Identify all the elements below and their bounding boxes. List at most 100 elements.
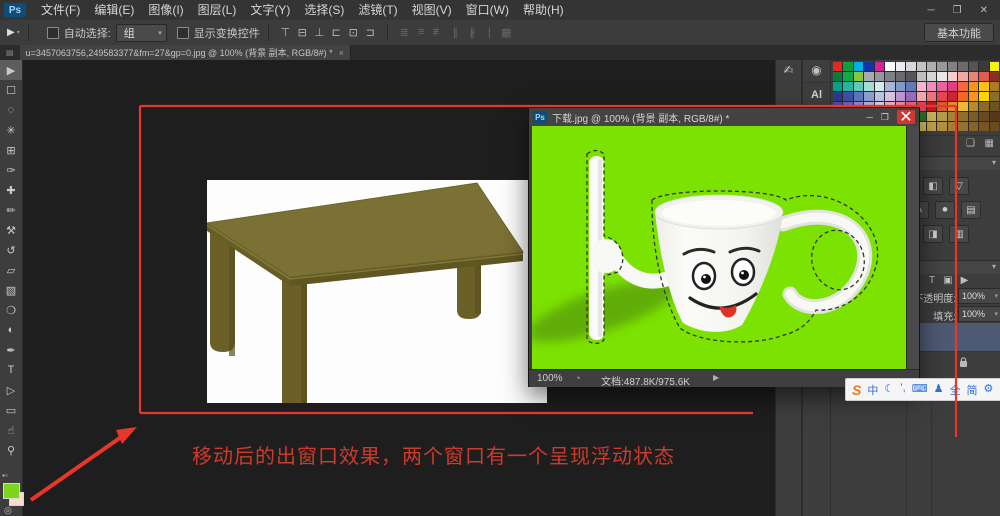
swatch[interactable] <box>875 82 884 91</box>
swatch[interactable] <box>937 102 946 111</box>
align-left-icon[interactable]: ⊏ <box>328 26 345 39</box>
swatch[interactable] <box>896 82 905 91</box>
zoom-level-field[interactable]: 100% <box>537 373 563 384</box>
swatch[interactable] <box>979 62 988 71</box>
swatch[interactable] <box>969 72 978 81</box>
swatch[interactable] <box>917 92 926 101</box>
swatch[interactable] <box>979 82 988 91</box>
swatch[interactable] <box>854 62 863 71</box>
eraser-tool[interactable]: ▱ <box>0 260 22 280</box>
ime-item[interactable]: ⚙ <box>983 382 993 398</box>
menu-item[interactable]: 编辑(E) <box>87 0 141 20</box>
swatch[interactable] <box>979 112 988 121</box>
swatch[interactable] <box>927 102 936 111</box>
menu-item[interactable]: 窗口(W) <box>459 0 516 20</box>
move-tool[interactable]: ▶ <box>0 60 22 80</box>
swatch[interactable] <box>990 92 999 101</box>
swatch[interactable] <box>958 62 967 71</box>
crop-tool[interactable]: ⊞ <box>0 140 22 160</box>
ime-item[interactable]: 全 <box>949 382 960 398</box>
ime-item[interactable]: ♟ <box>934 382 944 398</box>
history-panel-icon[interactable]: ✍ <box>776 57 801 82</box>
hand-tool[interactable]: ☝ <box>0 420 22 440</box>
ime-item[interactable]: 中 <box>867 382 878 398</box>
swatch[interactable] <box>948 62 957 71</box>
float-minimize-button[interactable]: ─ <box>867 112 873 122</box>
quick-mask-icon[interactable]: ◎ <box>4 505 12 516</box>
align-hcenter-icon[interactable]: ⊡ <box>345 26 362 39</box>
app-close-button[interactable]: ✕ <box>980 5 988 16</box>
swatch[interactable] <box>864 92 873 101</box>
menu-item[interactable]: 选择(S) <box>297 0 351 20</box>
swatch[interactable] <box>958 112 967 121</box>
swatch[interactable] <box>969 82 978 91</box>
swatch[interactable] <box>896 72 905 81</box>
brush-tool[interactable]: ✏ <box>0 200 22 220</box>
swatch[interactable] <box>948 112 957 121</box>
swatch[interactable] <box>843 82 852 91</box>
swatch[interactable] <box>979 122 988 131</box>
swatch[interactable] <box>854 82 863 91</box>
auto-select-dropdown[interactable]: 组 ▾ <box>116 24 167 42</box>
swatch[interactable] <box>979 92 988 101</box>
swatch[interactable] <box>906 92 915 101</box>
layer-filter-icon[interactable]: T <box>929 275 935 286</box>
swatch[interactable] <box>854 92 863 101</box>
tab-close-icon[interactable]: × <box>339 48 344 58</box>
swatch[interactable] <box>958 122 967 131</box>
swatch[interactable] <box>875 62 884 71</box>
swatch[interactable] <box>927 72 936 81</box>
menu-item[interactable]: 图像(I) <box>141 0 190 20</box>
swatch[interactable] <box>990 62 999 71</box>
float-restore-button[interactable]: ❐ <box>881 112 889 123</box>
swatch[interactable] <box>906 82 915 91</box>
floating-window-titlebar[interactable]: Ps 下载.jpg @ 100% (背景 副本, RGB/8#) * ─ ❐ ✕ <box>529 108 919 126</box>
swatch[interactable] <box>937 62 946 71</box>
ime-toolbar[interactable]: S 中☾’,⌨♟全简⚙ <box>845 378 1000 401</box>
swatch[interactable] <box>843 92 852 101</box>
adjustment-icon[interactable]: ◧ <box>923 177 943 195</box>
swatch[interactable] <box>833 72 842 81</box>
swatch[interactable] <box>937 112 946 121</box>
default-colors-icon[interactable]: ▪▫ <box>2 471 8 480</box>
menu-item[interactable]: 帮助(H) <box>516 0 571 20</box>
ime-item[interactable]: ☾ <box>884 382 894 398</box>
swatch[interactable] <box>969 102 978 111</box>
swatch[interactable] <box>948 82 957 91</box>
float-close-button[interactable]: ✕ <box>897 110 915 124</box>
swatch[interactable] <box>979 72 988 81</box>
swatch[interactable] <box>864 62 873 71</box>
swatch[interactable] <box>969 62 978 71</box>
zoom-tool[interactable]: ⚲ <box>0 440 22 460</box>
adjustment-icon[interactable]: ▽ <box>949 177 969 195</box>
healing-brush-tool[interactable]: ✚ <box>0 180 22 200</box>
swatch[interactable] <box>833 92 842 101</box>
swatch[interactable] <box>969 112 978 121</box>
adjustment-icon[interactable]: ◨ <box>923 225 943 243</box>
lasso-tool[interactable]: ◌ <box>0 100 22 120</box>
swatch[interactable] <box>864 82 873 91</box>
floating-document-window[interactable]: Ps 下载.jpg @ 100% (背景 副本, RGB/8#) * ─ ❐ ✕ <box>528 107 920 387</box>
swatch[interactable] <box>917 72 926 81</box>
swatch[interactable] <box>885 62 894 71</box>
swatch[interactable] <box>906 62 915 71</box>
app-restore-button[interactable]: ❐ <box>953 5 962 16</box>
swatch[interactable] <box>917 82 926 91</box>
swatch[interactable] <box>979 102 988 111</box>
swatch[interactable] <box>885 92 894 101</box>
swatch[interactable] <box>948 92 957 101</box>
opacity-value-dropdown[interactable]: 100% ▾ <box>958 288 1000 304</box>
swatch[interactable] <box>854 72 863 81</box>
swatch[interactable] <box>958 82 967 91</box>
character-styles-panel-icon[interactable]: Al <box>803 82 830 107</box>
document-tab[interactable]: u=3457063756,249583377&fm=27&gp=0.jpg @ … <box>20 45 351 60</box>
align-top-icon[interactable]: ⊤ <box>277 26 294 39</box>
swatch[interactable] <box>927 112 936 121</box>
align-vcenter-icon[interactable]: ⊟ <box>294 26 311 39</box>
adjustment-icon[interactable]: ⚫ <box>935 201 955 219</box>
sogou-logo-icon[interactable]: S <box>852 382 861 398</box>
adjustment-icon[interactable]: ▤ <box>961 201 981 219</box>
swatch[interactable] <box>948 122 957 131</box>
swatch[interactable] <box>948 102 957 111</box>
clone-source-panel-icon[interactable]: ◉ <box>803 57 830 82</box>
